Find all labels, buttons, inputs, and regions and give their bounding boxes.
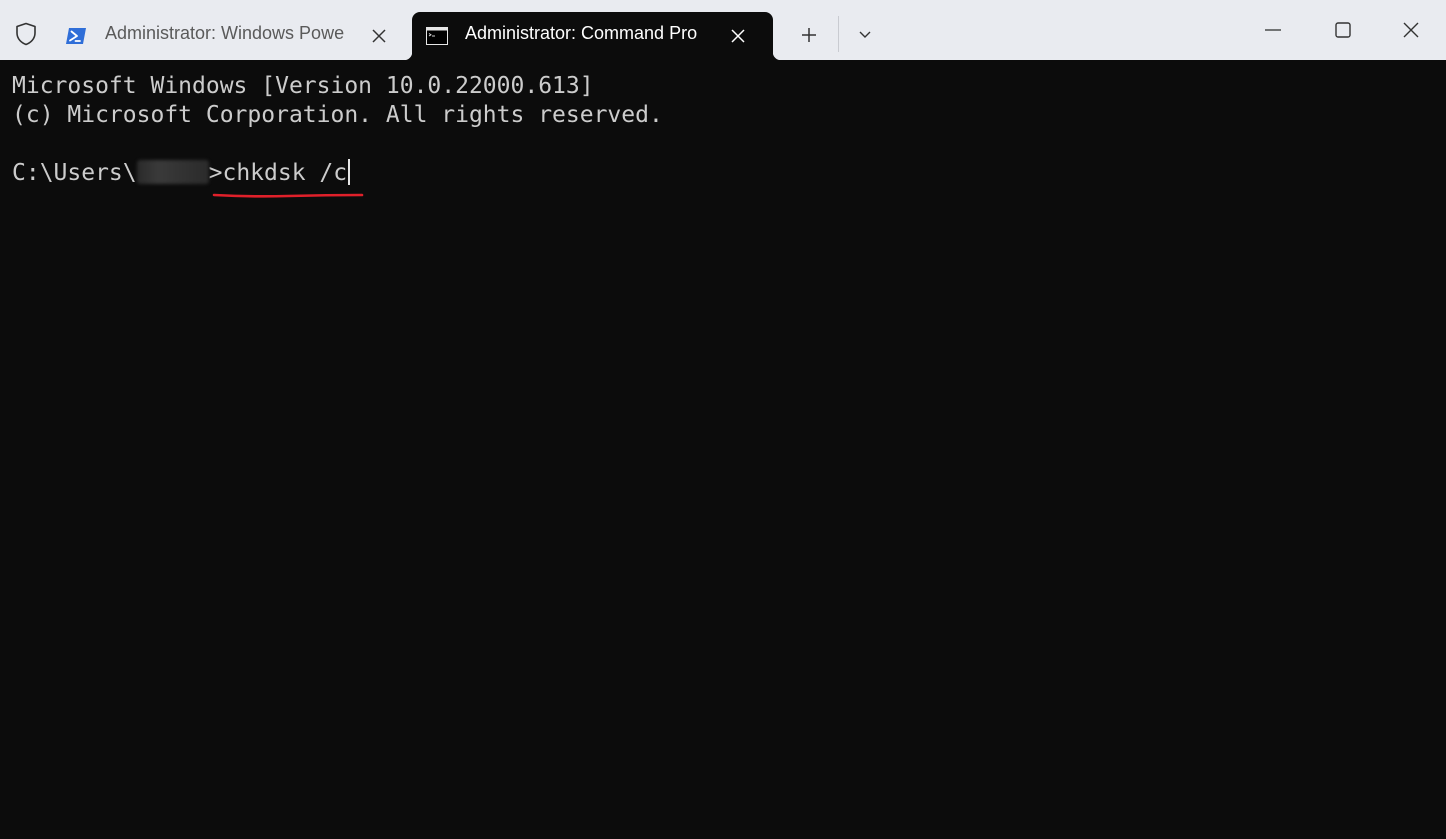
close-icon [372, 29, 386, 43]
close-icon [1403, 22, 1419, 38]
close-icon [731, 29, 745, 43]
powershell-icon [65, 25, 87, 47]
minimize-button[interactable] [1238, 0, 1308, 60]
plus-icon [802, 28, 816, 42]
tab-close-button[interactable] [367, 24, 391, 48]
terminal-output[interactable]: Microsoft Windows [Version 10.0.22000.61… [0, 60, 1446, 839]
tab-title: Administrator: Command Pro [465, 23, 698, 43]
redacted-username [136, 160, 209, 184]
maximize-button[interactable] [1308, 0, 1378, 60]
new-tab-button[interactable] [790, 20, 828, 50]
chevron-down-icon [859, 31, 871, 38]
tab-title: Administrator: Windows Powe [105, 23, 345, 43]
close-window-button[interactable] [1376, 0, 1446, 60]
shield-icon [8, 16, 44, 52]
tab-dropdown-button[interactable] [846, 20, 884, 50]
tab-powershell[interactable]: Administrator: Windows Powe [53, 12, 405, 60]
title-bar[interactable]: Administrator: Windows Powe Administrato… [0, 0, 1446, 60]
tab-close-button[interactable] [726, 24, 750, 48]
minimize-icon [1265, 29, 1281, 31]
red-underline-annotation [212, 193, 364, 198]
terminal-window: Administrator: Windows Powe Administrato… [0, 0, 1446, 839]
terminal-line: (c) Microsoft Corporation. All rights re… [12, 102, 663, 128]
command-prompt-icon [426, 25, 448, 47]
prompt-symbol: > [208, 160, 223, 186]
prompt-path: C:\Users\ [12, 160, 137, 186]
tab-command-prompt[interactable]: Administrator: Command Pro [404, 12, 781, 60]
terminal-line: Microsoft Windows [Version 10.0.22000.61… [12, 73, 594, 99]
command-text: chkdsk /c [222, 160, 348, 186]
tab-separator [838, 16, 839, 52]
prompt-line[interactable]: C:\Users\ >chkdsk /c [12, 159, 351, 188]
text-cursor [348, 159, 351, 185]
maximize-icon [1335, 22, 1351, 38]
